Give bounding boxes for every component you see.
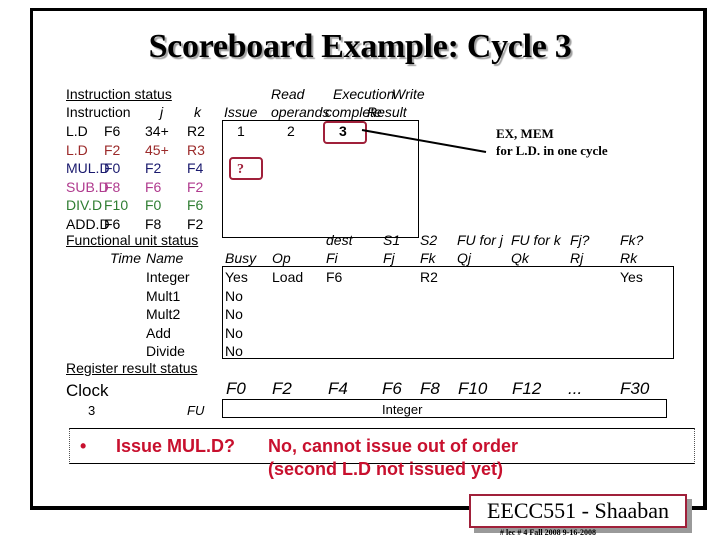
instr-cell-dest: F6 xyxy=(104,123,121,139)
fu-header-qj: Qj xyxy=(457,250,471,266)
instr-cell-j: F8 xyxy=(145,215,162,232)
fu-header-fuj: FU for j xyxy=(457,232,503,248)
instr-cell-read: 2 xyxy=(287,123,295,139)
register-status-heading: Register result status xyxy=(66,360,198,376)
register-f6-value: Integer xyxy=(382,402,423,417)
fu-cell-name: Divide xyxy=(146,343,185,359)
bullet-answer-line2: (second L.D not issued yet) xyxy=(268,459,504,479)
header-read: Read xyxy=(271,86,305,102)
fu-header-fuk: FU for k xyxy=(511,232,561,248)
register-header: F8 xyxy=(420,379,440,398)
register-header: F4 xyxy=(328,379,348,398)
instr-cell-issue: 1 xyxy=(237,123,245,139)
fu-header-name: Name xyxy=(146,250,184,266)
fu-header-busy: Busy xyxy=(225,250,257,266)
register-fu-row xyxy=(222,399,667,418)
instr-cell-k: F2 xyxy=(187,215,204,232)
instruction-status-heading: Instruction status xyxy=(66,86,172,102)
fu-status-heading: Functional unit status xyxy=(66,232,199,248)
fu-header-qk: Qk xyxy=(511,250,529,266)
instr-cell-j: 45+ xyxy=(145,141,169,158)
fu-header-dest: dest xyxy=(326,232,353,248)
header-k: k xyxy=(194,104,201,120)
fu-header-op: Op xyxy=(272,250,291,266)
fu-header-fj: Fj xyxy=(383,250,395,266)
bullet-question: Issue MUL.D? xyxy=(116,436,236,456)
fu-header-time: Time xyxy=(110,250,141,266)
course-badge: EECC551 - Shaaban xyxy=(469,494,687,528)
fu-header-s2: S2 xyxy=(420,232,438,248)
fu-cell-fi: F6 xyxy=(326,269,343,285)
header-execution: Execution xyxy=(333,86,395,102)
instr-cell-dest: F8 xyxy=(104,178,121,195)
fu-row-label: FU xyxy=(187,403,205,418)
footer-text: # lec # 4 Fall 2008 9-16-2008 xyxy=(500,528,596,537)
header-instruction: Instruction xyxy=(66,104,131,120)
instr-cell-op: DIV.D xyxy=(66,197,103,213)
clock-value: 3 xyxy=(88,403,96,418)
instr-cell-k: F4 xyxy=(187,160,204,176)
annotation-line2: for L.D. in one cycle xyxy=(496,143,608,158)
fu-cell-busy: No xyxy=(225,306,243,322)
fu-cell-name: Integer xyxy=(146,269,190,285)
instr-cell-op: L.D xyxy=(66,141,88,158)
instr-cell-k: R2 xyxy=(187,123,205,139)
fu-cell-busy: No xyxy=(225,287,243,304)
fu-cell-name: Mult2 xyxy=(146,306,181,322)
fu-cell-fk: R2 xyxy=(420,269,438,285)
bullet-icon: • xyxy=(80,436,87,456)
fu-cell-name: Mult1 xyxy=(146,287,181,304)
instr-cell-j: 34+ xyxy=(145,123,169,139)
instr-cell-j: F6 xyxy=(145,178,162,195)
instr-cell-j: F0 xyxy=(145,197,162,213)
register-header: F10 xyxy=(458,379,488,398)
fu-header-rk: Rk xyxy=(620,250,638,266)
fu-header-rj: Rj xyxy=(570,250,584,266)
instr-cell-k: F2 xyxy=(187,178,204,195)
instr-cell-k: R3 xyxy=(187,141,205,158)
register-header: F0 xyxy=(226,379,246,398)
register-header: F2 xyxy=(272,379,292,398)
instr-cell-op: SUB.D xyxy=(66,178,109,195)
clock-label: Clock xyxy=(66,381,109,400)
instr-cell-dest: F0 xyxy=(104,160,121,176)
fu-header-s1: S1 xyxy=(383,232,401,248)
fu-header-fi: Fi xyxy=(326,250,338,266)
header-j: j xyxy=(160,104,164,120)
annotation-line1: EX, MEM xyxy=(496,126,554,141)
header-result: Result xyxy=(367,104,407,120)
fu-header-fjq: Fj? xyxy=(570,232,590,248)
instr-cell-op: L.D xyxy=(66,123,88,139)
register-header: F6 xyxy=(382,379,402,398)
header-write: Write xyxy=(392,86,425,102)
instr-cell-j: F2 xyxy=(145,160,162,176)
issue-question-highlight xyxy=(229,157,263,180)
register-header: F30 xyxy=(620,379,650,398)
annotation-line xyxy=(361,129,487,153)
instr-cell-dest: F10 xyxy=(104,197,129,213)
register-header: F12 xyxy=(512,379,542,398)
bullet-answer-line1: No, cannot issue out of order xyxy=(268,436,519,456)
instr-cell-k: F6 xyxy=(187,197,204,213)
header-issue: Issue xyxy=(224,104,258,120)
header-operands: operands xyxy=(271,104,330,120)
fu-header-fk: Fk xyxy=(420,250,436,266)
annotation-arrow xyxy=(361,129,487,153)
fu-cell-op: Load xyxy=(272,269,304,285)
slide-title: Scoreboard Example: Cycle 3 xyxy=(148,28,572,65)
fu-cell-busy: No xyxy=(225,343,243,359)
register-header: ... xyxy=(568,379,583,398)
fu-cell-name: Add xyxy=(146,324,171,341)
fu-cell-busy: No xyxy=(225,324,243,341)
instr-cell-dest: F6 xyxy=(104,215,121,232)
fu-cell-busy: Yes xyxy=(225,269,248,285)
instr-cell-dest: F2 xyxy=(104,141,121,158)
fu-cell-rk: Yes xyxy=(620,269,643,285)
fu-header-fkq: Fk? xyxy=(620,232,644,248)
